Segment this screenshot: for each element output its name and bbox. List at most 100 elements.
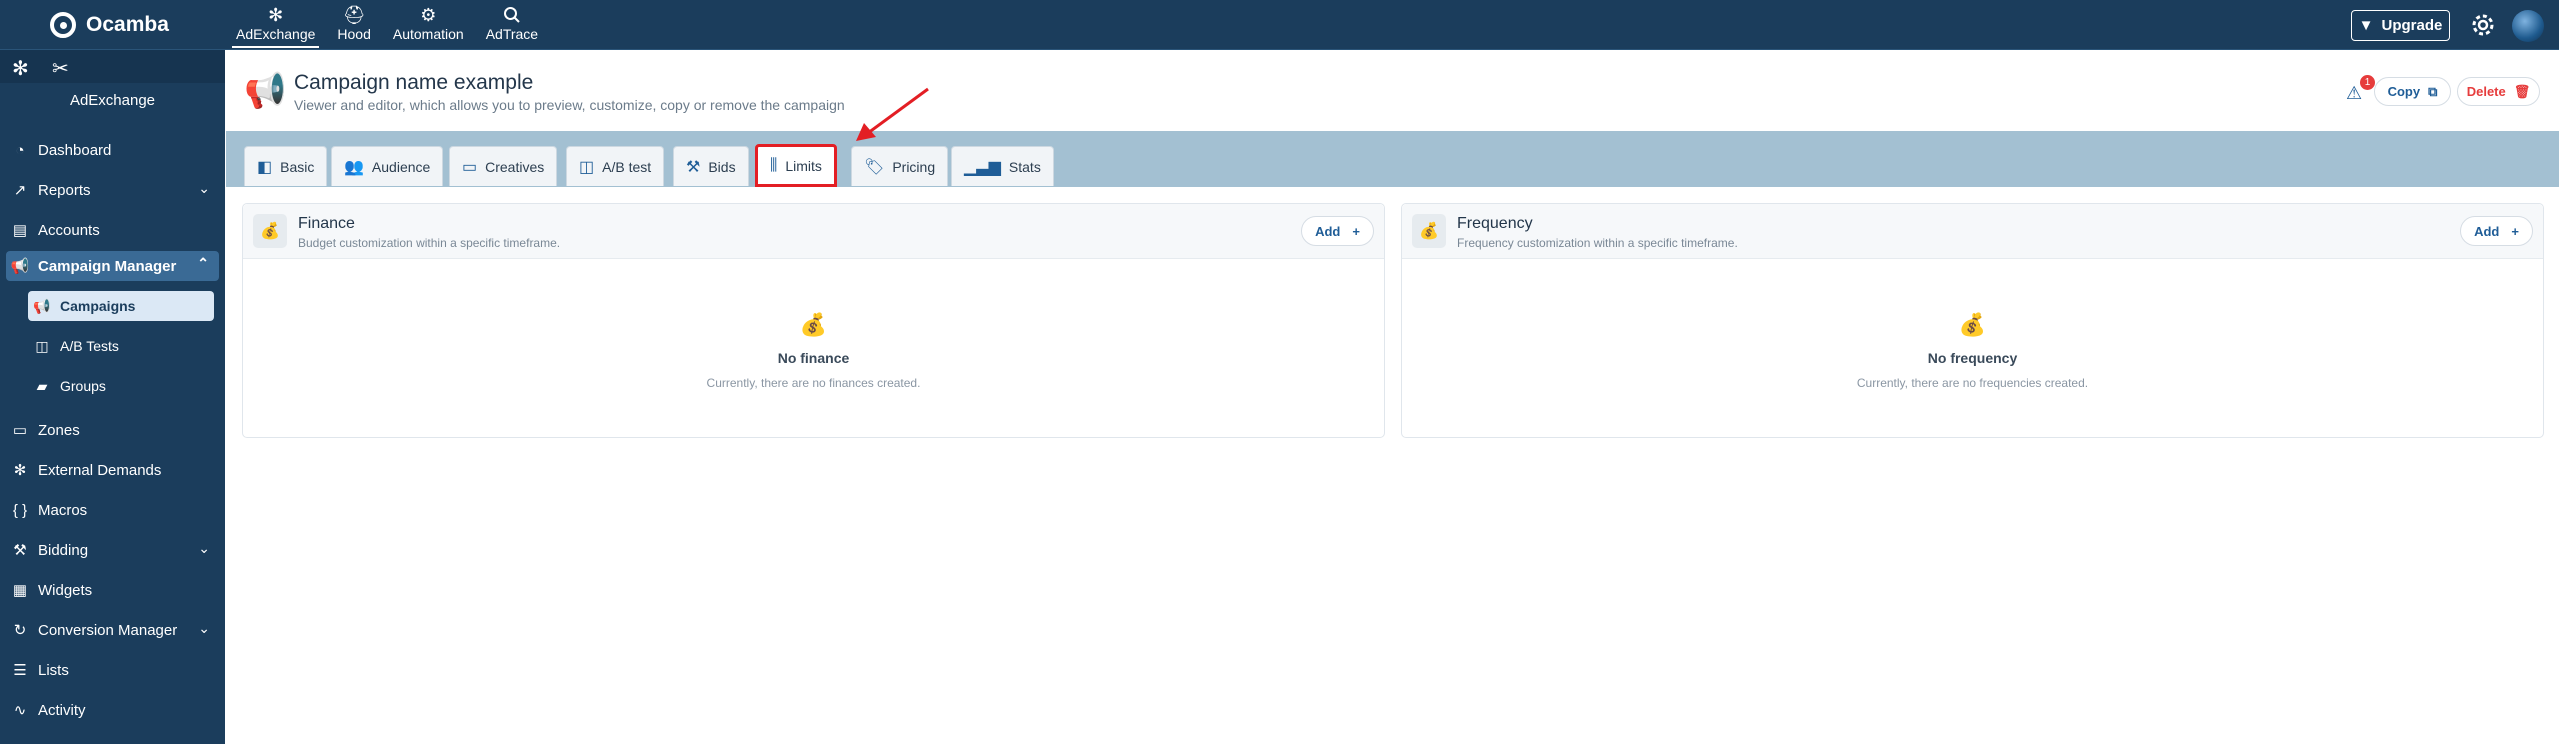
sidebar-item-dashboard[interactable]: ◔ Dashboard [10, 136, 220, 164]
delete-label: Delete [2466, 84, 2506, 99]
topnav-adtrace[interactable]: AdTrace [482, 4, 542, 48]
sidebar: ✻ ✂ AdExchange ◔ Dashboard ↗ Reports ⌄ ▤… [0, 50, 225, 744]
sidebar-subitem-label: Campaigns [60, 298, 136, 314]
upgrade-label: Upgrade [2381, 17, 2443, 34]
finance-panel-header: 💰 Finance Budget customization within a … [243, 204, 1384, 259]
tab-label: Bids [708, 158, 736, 175]
frequency-panel: 💰 Frequency Frequency customization with… [1401, 203, 2544, 438]
frequency-empty-message: Currently, there are no frequencies crea… [1856, 376, 2089, 390]
tab-label: Pricing [892, 158, 936, 175]
sidebar-item-conversion-manager[interactable]: ↻ Conversion Manager ⌄ [10, 616, 220, 644]
sidebar-item-reports[interactable]: ↗ Reports ⌄ [10, 176, 220, 204]
add-label: Add [2474, 223, 2500, 239]
topnav-automation[interactable]: ⚙ Automation [389, 4, 468, 48]
sidebar-item-label: Activity [38, 701, 86, 719]
topnav-label: Hood [337, 26, 371, 42]
sidebar-item-external-demands[interactable]: ✻ External Demands [10, 456, 220, 484]
tab-bids[interactable]: ⚒ Bids [673, 146, 749, 186]
tab-strip: ◧ Basic 👥 Audience ▭ Creatives ◫ A/B tes… [226, 131, 2559, 187]
chevron-up-icon: ⌃ [197, 255, 209, 271]
plus-icon: + [2511, 223, 2519, 239]
frequency-empty-title: No frequency [1927, 350, 2018, 366]
topnav-label: Automation [392, 26, 464, 42]
sidebar-item-label: Conversion Manager [38, 621, 178, 639]
automation-icon: ⚙ [420, 5, 437, 25]
sidebar-subitem-label: Groups [60, 378, 106, 394]
megaphone-icon: 📢 [10, 258, 30, 275]
user-avatar[interactable] [2512, 10, 2544, 42]
finance-title: Finance [298, 215, 355, 232]
tools-icon[interactable]: ✂ [52, 56, 69, 81]
page-header: 📢 Campaign name example Viewer and edito… [226, 51, 2559, 131]
ocamba-logo-icon [50, 12, 76, 38]
sidebar-item-label: Bidding [38, 541, 89, 559]
ab-test-icon: ◫ [579, 158, 595, 176]
sidebar-item-label: Dashboard [38, 141, 112, 159]
creatives-icon: ▭ [462, 158, 478, 176]
sidebar-item-macros[interactable]: { } Macros [10, 496, 220, 524]
brand-logo[interactable]: Ocamba [50, 10, 169, 40]
asterisk-icon: ✻ [268, 5, 284, 25]
trash-icon: 🗑 [2513, 83, 2531, 99]
finance-empty-title: No finance [777, 350, 850, 366]
page-subtitle: Viewer and editor, which allows you to p… [294, 97, 845, 113]
tab-label: Basic [280, 158, 315, 175]
topnav-adexchange[interactable]: ✻ AdExchange [232, 4, 320, 48]
tab-pricing[interactable]: 🏷 Pricing [851, 146, 949, 186]
tab-audience[interactable]: 👥 Audience [331, 146, 444, 186]
search-icon [503, 4, 521, 26]
copy-button[interactable]: Copy ⧉ [2374, 77, 2451, 106]
sidebar-item-widgets[interactable]: ▦ Widgets [10, 576, 220, 604]
finance-panel: 💰 Finance Budget customization within a … [242, 203, 1385, 438]
copy-icon: ⧉ [2428, 83, 2438, 99]
sidebar-subitem-label: A/B Tests [60, 338, 119, 354]
warning-icon[interactable]: ⚠ 1 [2346, 75, 2375, 103]
sidebar-item-label: Zones [38, 421, 80, 439]
tab-creatives[interactable]: ▭ Creatives [449, 146, 558, 186]
sidebar-item-label: External Demands [38, 461, 162, 479]
sidebar-item-activity[interactable]: ∿ Activity [10, 696, 220, 724]
asterisk-icon[interactable]: ✻ [12, 56, 29, 81]
finance-add-button[interactable]: Add + [1301, 216, 1374, 246]
settings-gear-icon[interactable] [2470, 12, 2496, 38]
dashboard-icon: ◔ [15, 141, 25, 159]
sidebar-subitem-groups[interactable]: ▰ Groups [28, 371, 214, 401]
finance-subtitle: Budget customization within a specific t… [298, 236, 561, 250]
delete-button[interactable]: Delete 🗑 [2457, 77, 2540, 106]
hood-icon: ⛑ [342, 5, 366, 25]
tab-label: Limits [785, 157, 822, 174]
plus-icon: + [1352, 223, 1360, 239]
sidebar-item-accounts[interactable]: ▤ Accounts [10, 216, 220, 244]
braces-icon: { } [12, 501, 28, 519]
topnav-label: AdExchange [236, 26, 316, 42]
sidebar-subitem-ab-tests[interactable]: ◫ A/B Tests [28, 331, 214, 361]
frequency-add-button[interactable]: Add + [2460, 216, 2533, 246]
money-bag-icon: 💰 [1958, 312, 1987, 337]
megaphone-icon: 📢 [33, 297, 51, 314]
sidebar-subitem-campaigns[interactable]: 📢 Campaigns [28, 291, 214, 321]
sidebar-item-lists[interactable]: ☰ Lists [10, 656, 220, 684]
activity-icon: ∿ [13, 702, 27, 719]
annotation-arrow-icon [856, 87, 929, 141]
sidebar-item-label: Campaign Manager [38, 257, 177, 275]
conversion-icon: ↻ [13, 622, 27, 639]
money-bag-icon: 💰 [253, 214, 287, 248]
sidebar-item-bidding[interactable]: ⚒ Bidding ⌄ [10, 536, 220, 564]
sidebar-item-zones[interactable]: ▭ Zones [10, 416, 220, 444]
money-bag-icon: 💰 [799, 312, 828, 337]
sidebar-item-campaign-manager[interactable]: 📢 Campaign Manager ⌃ [6, 251, 219, 281]
brand-name: Ocamba [86, 13, 169, 36]
sidebar-header: ✻ ✂ [0, 50, 225, 83]
tab-label: A/B test [602, 158, 652, 175]
tab-limits[interactable]: ⫼ Limits [755, 144, 837, 187]
topnav-hood[interactable]: ⛑ Hood [333, 4, 374, 48]
tab-ab-test[interactable]: ◫ A/B test [566, 146, 665, 186]
chevron-down-icon: ⌄ [198, 180, 210, 196]
chevron-down-icon: ⌄ [198, 540, 210, 556]
megaphone-icon: 📢 [244, 72, 287, 110]
tab-stats[interactable]: ▁▃▆ Stats [951, 146, 1054, 186]
upgrade-button[interactable]: ▼ Upgrade [2351, 10, 2450, 41]
tab-basic[interactable]: ◧ Basic [244, 146, 328, 186]
chart-icon: ▁▃▆ [964, 158, 1001, 176]
reports-icon: ↗ [13, 182, 27, 199]
